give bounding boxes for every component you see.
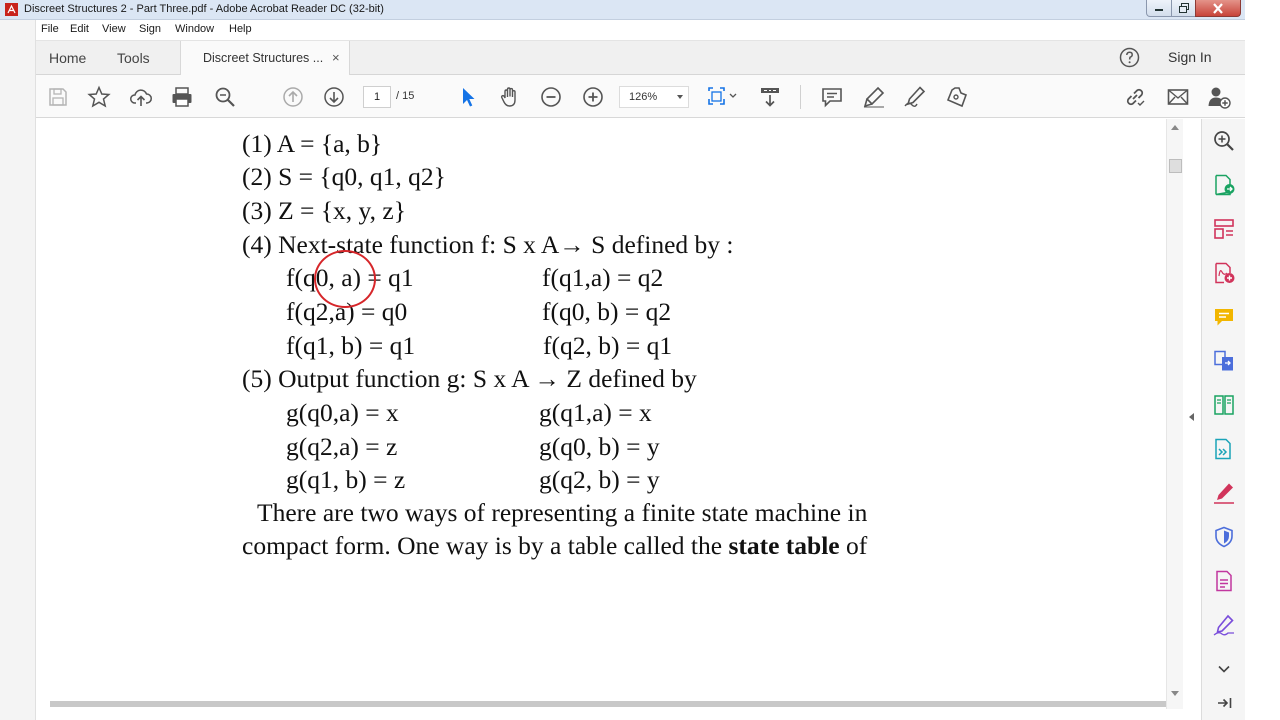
vertical-scrollbar[interactable] <box>1166 119 1183 709</box>
sign-in-button[interactable]: Sign In <box>1168 49 1212 65</box>
minimize-button[interactable] <box>1146 0 1172 17</box>
fill-sign-tool-icon[interactable] <box>1212 481 1236 505</box>
hand-icon[interactable] <box>498 85 522 109</box>
pdf-line-5: (5) Output function g: S x A → Z defined… <box>242 364 697 393</box>
restore-button[interactable] <box>1171 0 1196 17</box>
toolbar-separator <box>800 85 801 109</box>
mail-icon[interactable] <box>1166 85 1190 109</box>
page-bottom-edge <box>50 701 1166 707</box>
export-pdf-icon[interactable] <box>1212 173 1236 197</box>
send-review-icon[interactable] <box>1212 437 1236 461</box>
chevron-down-icon <box>677 95 683 99</box>
title-bar: Discreet Structures 2 - Part Three.pdf -… <box>0 0 1280 20</box>
close-icon <box>1213 2 1223 14</box>
zoom-level-value: 126% <box>629 91 658 103</box>
pdf-line-f6: f(q2, b) = q1 <box>543 331 673 360</box>
organize-pages-icon[interactable] <box>1212 217 1236 241</box>
highlight-pen-icon[interactable] <box>862 85 886 109</box>
document-tab-label: Discreet Structures ... <box>203 51 324 65</box>
collapse-right-panel-icon[interactable] <box>1189 413 1194 421</box>
pdf-paragraph-tail: of <box>839 531 868 560</box>
page-total-label: / 15 <box>396 90 415 102</box>
zoom-out-icon[interactable] <box>539 85 563 109</box>
document-viewport[interactable]: (1) A = {a, b} (2) S = {q0, q1, q2} (3) … <box>36 119 1184 720</box>
tab-tools[interactable]: Tools <box>117 50 150 66</box>
pdf-line-4: (4) Next-state function f: S x A→ S defi… <box>242 230 734 259</box>
comment-icon[interactable] <box>820 85 844 109</box>
pdf-line-g2: g(q1,a) = x <box>539 398 652 427</box>
menu-view[interactable]: View <box>102 23 126 35</box>
help-icon[interactable] <box>1119 47 1140 68</box>
create-pdf-icon[interactable] <box>1212 261 1236 285</box>
pdf-line-g5: g(q1, b) = z <box>286 465 406 494</box>
scroll-up-icon[interactable] <box>1171 125 1179 130</box>
zoom-level-select[interactable]: 126% <box>619 86 689 108</box>
fit-page-icon[interactable] <box>706 85 740 109</box>
pdf-paragraph-line-1: There are two ways of representing a fin… <box>257 498 868 527</box>
restore-icon <box>1178 3 1189 13</box>
print-icon[interactable] <box>170 85 194 109</box>
close-tab-icon[interactable]: × <box>332 50 340 65</box>
state-table-term: state table <box>728 531 840 560</box>
scrollbar-thumb[interactable] <box>1169 159 1182 173</box>
tab-bar: Home Tools Discreet Structures ... × Sig… <box>36 41 1245 75</box>
pdf-line-2: (2) S = {q0, q1, q2} <box>242 162 446 191</box>
combine-files-icon[interactable] <box>1212 349 1236 373</box>
upload-cloud-icon[interactable] <box>129 85 153 109</box>
comment-tool-icon[interactable] <box>1212 305 1236 329</box>
fill-sign-icon[interactable] <box>903 85 927 109</box>
compare-icon[interactable] <box>1212 393 1236 417</box>
pdf-line-f4: f(q0, b) = q2 <box>542 297 672 326</box>
stamp-icon[interactable] <box>945 85 969 109</box>
pdf-line-f5: f(q1, b) = q1 <box>286 331 416 360</box>
zoom-icon[interactable] <box>1212 129 1236 153</box>
zoom-search-icon[interactable] <box>213 85 237 109</box>
pdf-line-1: (1) A = {a, b} <box>242 129 383 158</box>
add-user-icon[interactable] <box>1207 85 1231 109</box>
pdf-line-f2: f(q1,a) = q2 <box>542 263 664 292</box>
acrobat-window: Discreet Structures 2 - Part Three.pdf -… <box>0 0 1280 720</box>
collapse-panel-icon[interactable] <box>1212 691 1236 715</box>
main-toolbar: 1 / 15 126% <box>36 75 1245 118</box>
minimize-icon <box>1155 9 1163 11</box>
pdf-paragraph-text: compact form. One way is by a table call… <box>242 531 729 560</box>
zoom-in-icon[interactable] <box>581 85 605 109</box>
pdf-line-3: (3) Z = {x, y, z} <box>242 196 406 225</box>
right-tools-panel <box>1201 119 1245 720</box>
menu-help[interactable]: Help <box>229 23 252 35</box>
menu-file[interactable]: File <box>41 23 59 35</box>
menu-window[interactable]: Window <box>175 23 214 35</box>
pdf-line-g6: g(q2, b) = y <box>539 465 660 494</box>
left-navigation-strip <box>0 20 36 720</box>
pdf-line-g4: g(q0, b) = y <box>539 432 660 461</box>
acrobat-app-icon <box>5 3 18 16</box>
tab-document[interactable]: Discreet Structures ... × <box>180 41 350 75</box>
page-up-icon[interactable] <box>281 85 305 109</box>
window-title: Discreet Structures 2 - Part Three.pdf -… <box>24 3 384 15</box>
scroll-down-icon[interactable] <box>1171 691 1179 696</box>
menu-edit[interactable]: Edit <box>70 23 89 35</box>
menu-bar: File Edit View Sign Window Help <box>36 20 1245 41</box>
edit-pdf-icon[interactable] <box>1212 569 1236 593</box>
scroll-mode-icon[interactable] <box>758 85 782 109</box>
save-icon[interactable] <box>46 85 70 109</box>
pdf-line-g1: g(q0,a) = x <box>286 398 399 427</box>
more-tools-chevron-icon[interactable] <box>1212 657 1236 681</box>
link-icon[interactable] <box>1123 85 1147 109</box>
screen-right-margin <box>1245 0 1280 720</box>
signature-icon[interactable] <box>1212 613 1236 637</box>
tab-home[interactable]: Home <box>49 50 86 66</box>
menu-sign[interactable]: Sign <box>139 23 161 35</box>
protect-icon[interactable] <box>1212 525 1236 549</box>
red-circle-annotation <box>314 250 376 308</box>
pdf-line-g3: g(q2,a) = z <box>286 432 398 461</box>
page-down-icon[interactable] <box>322 85 346 109</box>
pdf-paragraph-line-2: compact form. One way is by a table call… <box>242 531 867 561</box>
pdf-page: (1) A = {a, b} (2) S = {q0, q1, q2} (3) … <box>50 119 1166 701</box>
page-number-input[interactable]: 1 <box>363 86 391 108</box>
bookmark-star-icon[interactable] <box>87 85 111 109</box>
close-window-button[interactable] <box>1195 0 1241 17</box>
select-cursor-icon[interactable] <box>456 85 480 109</box>
